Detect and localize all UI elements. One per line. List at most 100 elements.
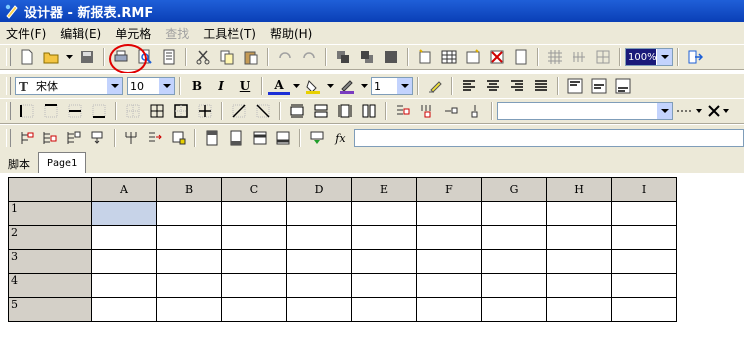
column-header[interactable]: C <box>221 177 287 202</box>
border-left-button[interactable] <box>16 101 38 121</box>
grid-cell[interactable] <box>351 225 417 250</box>
same-width-button[interactable] <box>358 101 380 121</box>
grid-cell[interactable] <box>156 201 222 226</box>
grid-cell[interactable] <box>416 297 482 322</box>
menu-help[interactable]: 帮助(H) <box>264 25 320 42</box>
page-header-button[interactable] <box>201 128 223 148</box>
underline-button[interactable]: U <box>234 76 256 96</box>
column-header[interactable]: A <box>91 177 157 202</box>
row-header[interactable]: 4 <box>8 273 92 298</box>
grid-cell[interactable] <box>546 225 612 250</box>
valign-bottom-button[interactable] <box>612 76 634 96</box>
chevron-down-icon[interactable] <box>158 78 174 94</box>
grid-cell[interactable] <box>221 201 287 226</box>
border-inside-button[interactable] <box>194 101 216 121</box>
border-bottom-button[interactable] <box>88 101 110 121</box>
grid-toggle-button[interactable] <box>544 47 566 67</box>
menu-find[interactable]: 查找 <box>159 25 197 42</box>
new-file-button[interactable] <box>16 47 38 67</box>
column-footer-button[interactable] <box>272 128 294 148</box>
grid-cell[interactable] <box>416 273 482 298</box>
row-header[interactable]: 2 <box>8 225 92 250</box>
menu-edit[interactable]: 编辑(E) <box>54 25 109 42</box>
grid-cell[interactable] <box>156 249 222 274</box>
delete-row-button[interactable] <box>440 101 462 121</box>
blank-page-button[interactable] <box>510 47 532 67</box>
open-file-button[interactable] <box>40 47 62 67</box>
column-header[interactable]: H <box>546 177 612 202</box>
paste-button[interactable] <box>240 47 262 67</box>
cut-button[interactable] <box>192 47 214 67</box>
grid-cell[interactable] <box>221 249 287 274</box>
grid-cell[interactable] <box>611 273 677 298</box>
grid-cell[interactable] <box>481 201 547 226</box>
tab-page1[interactable]: Page1 <box>38 152 87 173</box>
row-header[interactable]: 3 <box>8 249 92 274</box>
toolbar-grip[interactable] <box>6 102 11 120</box>
row-header[interactable]: 5 <box>8 297 92 322</box>
grid-cell[interactable] <box>611 249 677 274</box>
grid-cell[interactable] <box>351 249 417 274</box>
chevron-down-icon[interactable] <box>656 49 672 65</box>
zoom-select[interactable]: 100% <box>625 48 673 66</box>
formula-input[interactable] <box>354 129 744 147</box>
font-color-dropdown[interactable] <box>292 76 300 96</box>
sub-report-button[interactable] <box>168 128 190 148</box>
grid-cell[interactable] <box>351 297 417 322</box>
chevron-down-icon[interactable] <box>396 78 412 94</box>
fill-color-button[interactable] <box>302 76 324 96</box>
border-top-button[interactable] <box>40 101 62 121</box>
valign-middle-button[interactable] <box>588 76 610 96</box>
master-data-button[interactable] <box>121 128 143 148</box>
grid-cell[interactable] <box>286 297 352 322</box>
line-color-button[interactable] <box>336 76 358 96</box>
same-height-button[interactable] <box>310 101 332 121</box>
line-style-button[interactable] <box>674 101 704 121</box>
menu-file[interactable]: 文件(F) <box>0 25 54 42</box>
cell-grid-button[interactable] <box>592 47 614 67</box>
font-color-button[interactable]: A <box>268 77 290 95</box>
italic-button[interactable]: I <box>210 76 232 96</box>
grid-cell[interactable] <box>286 249 352 274</box>
column-header[interactable]: I <box>611 177 677 202</box>
grid-cell[interactable] <box>286 201 352 226</box>
font-size-select[interactable]: 10 <box>127 77 175 95</box>
grid-cell[interactable] <box>546 297 612 322</box>
grid-cell[interactable] <box>156 297 222 322</box>
diagonal-down-button[interactable] <box>228 101 250 121</box>
column-header[interactable]: G <box>481 177 547 202</box>
toolbar-grip[interactable] <box>6 48 11 66</box>
grid-cell[interactable] <box>351 273 417 298</box>
grid-cell[interactable] <box>481 273 547 298</box>
align-right-button[interactable] <box>506 76 528 96</box>
grid-cell[interactable] <box>286 225 352 250</box>
row-header[interactable]: 1 <box>8 201 92 226</box>
grid-cell[interactable] <box>611 225 677 250</box>
align-justify-button[interactable] <box>530 76 552 96</box>
grid-cell[interactable] <box>91 249 157 274</box>
insert-row-button[interactable] <box>392 101 414 121</box>
insert-field-button[interactable] <box>306 128 328 148</box>
align-grid-button[interactable] <box>568 47 590 67</box>
highlight-button[interactable] <box>424 76 446 96</box>
column-header[interactable]: D <box>286 177 352 202</box>
align-center-button[interactable] <box>482 76 504 96</box>
page-footer-button[interactable] <box>225 128 247 148</box>
grid-cell-selected[interactable] <box>91 201 157 226</box>
send-back-button[interactable] <box>356 47 378 67</box>
column-header[interactable]: F <box>416 177 482 202</box>
detail-data-button[interactable] <box>144 128 166 148</box>
redo-button[interactable] <box>298 47 320 67</box>
grid-cell[interactable] <box>351 201 417 226</box>
bring-front-button[interactable] <box>332 47 354 67</box>
grid-cell[interactable] <box>416 201 482 226</box>
open-dropdown-button[interactable] <box>64 47 74 67</box>
grid-cell[interactable] <box>156 225 222 250</box>
data-field-button[interactable] <box>16 128 38 148</box>
font-family-select[interactable]: T 宋体 <box>15 77 123 95</box>
toolbar-grip[interactable] <box>6 77 11 95</box>
menu-cell[interactable]: 单元格 <box>109 25 159 42</box>
grid-cell[interactable] <box>416 249 482 274</box>
copy-button[interactable] <box>216 47 238 67</box>
row-height-button[interactable] <box>286 101 308 121</box>
